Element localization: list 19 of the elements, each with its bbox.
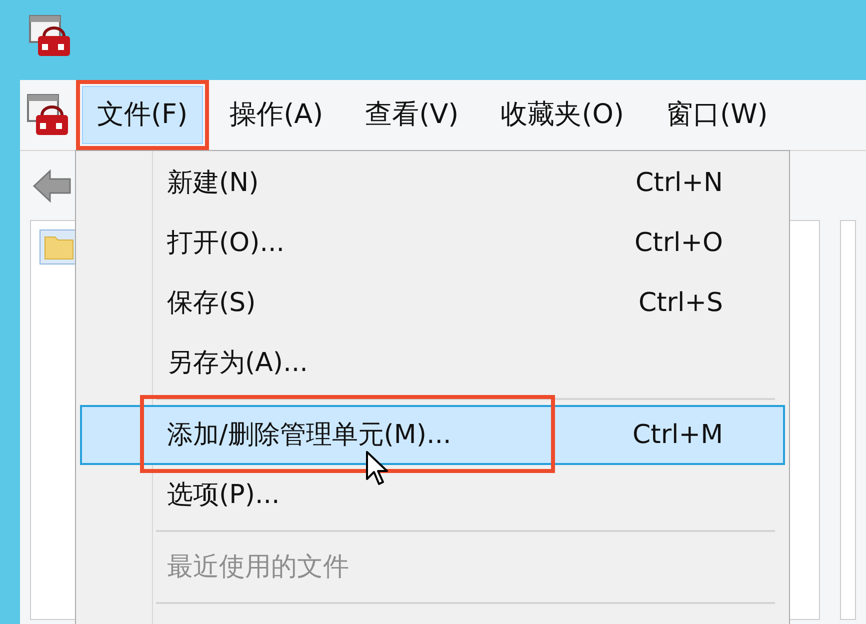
menu-item[interactable]: 打开(O)... Ctrl+O [80,213,785,273]
shortcut-label: Ctrl+M [632,418,723,452]
back-arrow-icon[interactable] [32,168,72,202]
app-icon [28,14,72,58]
app-icon [26,93,70,137]
shortcut-label: Ctrl+N [636,166,723,200]
menu-bar-item[interactable]: 收藏夹(O) [486,86,640,144]
menu-bar-item[interactable]: 查看(V) [350,86,474,144]
shortcut-label: Ctrl+S [638,286,723,320]
mouse-pointer-icon [366,451,390,487]
menu-item[interactable]: 选项(P)... [80,465,785,525]
menu-item[interactable]: 新建(N) Ctrl+N [80,153,785,213]
menu-item[interactable]: 另存为(A)... [80,333,785,393]
menu-item[interactable]: 保存(S) Ctrl+S [80,273,785,333]
menu-bar-item[interactable]: 文件(F) [82,86,203,144]
menu-item[interactable]: 添加/删除管理单元(M)... Ctrl+M [80,405,785,465]
shortcut-label: Ctrl+O [634,226,723,260]
menu-bar-item[interactable]: 窗口(W) [651,86,783,144]
menu-bar-item[interactable]: 操作(A) [214,86,338,144]
